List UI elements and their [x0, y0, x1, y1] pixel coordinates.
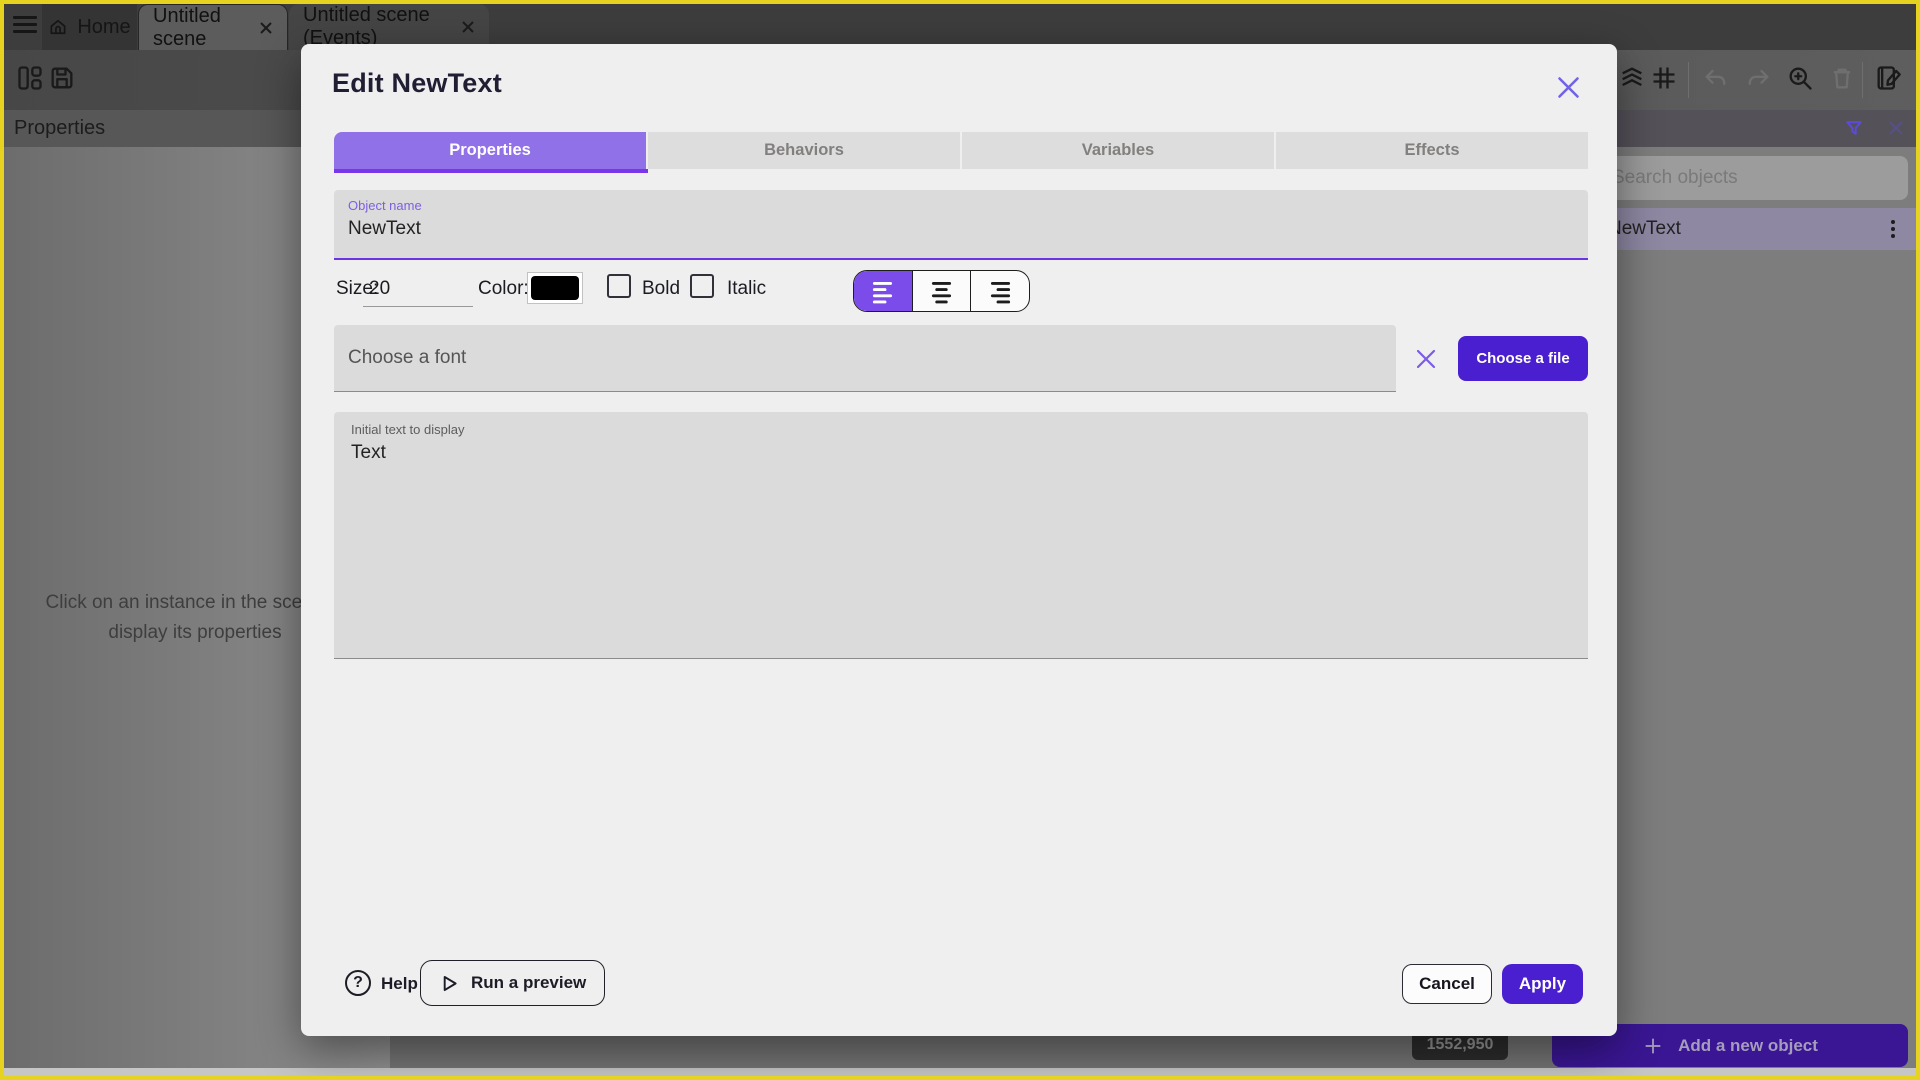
clear-font-icon[interactable]	[1414, 347, 1438, 371]
align-center-button[interactable]	[911, 271, 971, 311]
object-name-field[interactable]: Object name NewText	[334, 190, 1588, 260]
font-field-placeholder: Choose a font	[348, 347, 467, 368]
panels-layout-icon[interactable]	[16, 64, 44, 92]
edit-scene-properties-icon[interactable]	[1874, 64, 1902, 92]
dialog-tab-bar: Properties Behaviors Variables Effects	[334, 132, 1588, 169]
object-list-item-newtext[interactable]: NewText	[1596, 208, 1920, 250]
close-icon[interactable]	[461, 20, 475, 34]
align-left-button[interactable]	[854, 271, 912, 311]
add-new-object-label: Add a new object	[1678, 1035, 1818, 1055]
align-left-icon	[873, 281, 893, 303]
tab-home-label: Home	[77, 15, 131, 38]
help-button[interactable]: Help	[381, 974, 418, 994]
selected-tab-indicator	[334, 169, 648, 173]
close-icon[interactable]	[259, 21, 273, 35]
toolbar-divider	[1862, 62, 1863, 98]
run-preview-button[interactable]: Run a preview	[420, 960, 606, 1006]
properties-panel-title: Properties	[14, 117, 106, 139]
color-label: Color:	[478, 278, 529, 299]
toolbar-divider	[1688, 62, 1689, 98]
cancel-button[interactable]: Cancel	[1402, 964, 1492, 1004]
tab-home[interactable]: Home	[42, 4, 137, 50]
grid-icon[interactable]	[1650, 64, 1678, 92]
tab-properties[interactable]: Properties	[334, 132, 646, 169]
color-swatch	[531, 276, 579, 300]
size-input-underline	[363, 306, 473, 307]
initial-text-label: Initial text to display	[351, 422, 465, 437]
objects-panel: Search objects NewText	[1596, 110, 1920, 1068]
color-swatch-button[interactable]	[527, 272, 583, 304]
plus-icon	[1645, 1038, 1661, 1053]
kebab-menu-icon[interactable]	[1884, 217, 1902, 241]
size-input[interactable]: 20	[369, 278, 390, 300]
search-objects-placeholder: Search objects	[1612, 167, 1738, 188]
object-name-label: Object name	[348, 198, 422, 213]
bold-label: Bold	[642, 278, 681, 299]
edit-object-dialog: Edit NewText Properties Behaviors Variab…	[301, 44, 1617, 1036]
object-name-value: NewText	[348, 218, 421, 239]
bottom-strip	[0, 1068, 1920, 1080]
text-alignment-group	[853, 270, 1030, 312]
dialog-close-icon[interactable]	[1555, 74, 1582, 101]
italic-label: Italic	[727, 278, 767, 299]
choose-file-button[interactable]: Choose a file	[1458, 336, 1588, 381]
play-icon	[443, 975, 457, 991]
tab-scene-label: Untitled scene	[153, 4, 221, 50]
gdevelop-window: Home Untitled scene Untitled scene (Even…	[0, 0, 1920, 1080]
dialog-title: Edit NewText	[332, 68, 502, 98]
initial-text-value: Text	[351, 442, 386, 463]
search-objects-input[interactable]: Search objects	[1600, 156, 1908, 200]
save-icon[interactable]	[48, 64, 76, 92]
main-menu-button[interactable]	[13, 16, 37, 34]
undo-icon[interactable]	[1702, 64, 1730, 92]
initial-text-field[interactable]: Initial text to display Text	[334, 412, 1588, 659]
tab-untitled-scene[interactable]: Untitled scene	[138, 4, 288, 50]
tab-behaviors[interactable]: Behaviors	[646, 132, 960, 169]
editor-tab-bar: Home Untitled scene Untitled scene (Even…	[0, 0, 1920, 50]
italic-checkbox[interactable]	[690, 274, 714, 298]
align-center-icon	[931, 281, 952, 303]
layers-icon[interactable]	[1618, 64, 1646, 92]
filter-icon[interactable]	[1844, 118, 1864, 138]
tab-variables[interactable]: Variables	[960, 132, 1274, 169]
objects-panel-header	[1596, 110, 1920, 147]
tab-effects[interactable]: Effects	[1274, 132, 1588, 169]
trash-icon[interactable]	[1828, 64, 1856, 92]
home-icon	[50, 19, 66, 35]
font-field[interactable]: Choose a font	[334, 325, 1396, 392]
align-right-icon	[990, 281, 1010, 303]
align-right-button[interactable]	[970, 271, 1029, 311]
help-icon[interactable]: ?	[345, 970, 371, 996]
bold-checkbox[interactable]	[607, 274, 631, 298]
apply-button[interactable]: Apply	[1502, 964, 1583, 1004]
zoom-in-icon[interactable]	[1786, 64, 1814, 92]
close-icon[interactable]	[1886, 118, 1906, 138]
redo-icon[interactable]	[1744, 64, 1772, 92]
object-item-label: NewText	[1608, 218, 1681, 239]
hamburger-icon	[13, 16, 37, 19]
